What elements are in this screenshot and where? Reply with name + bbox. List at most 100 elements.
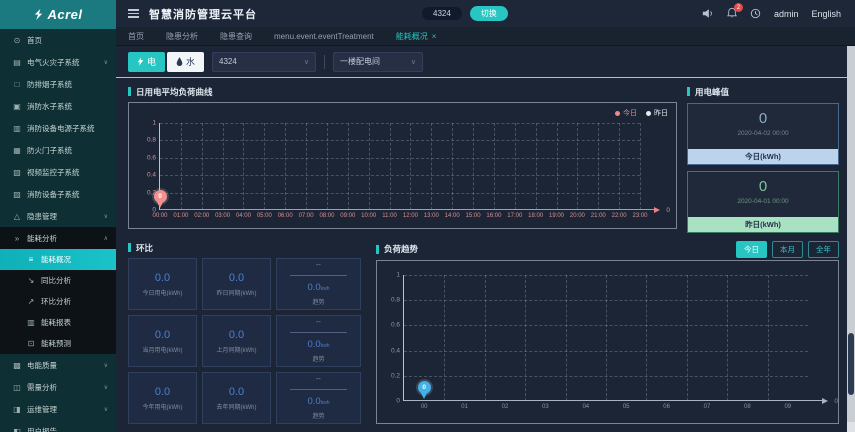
sidebar-item-label: 运维管理	[27, 404, 57, 414]
sidebar-collapse-icon[interactable]	[128, 9, 139, 18]
topbar: 智慧消防管理云平台 4324 切换 2 admin English	[116, 0, 855, 27]
sidebar-item-label: 环比分析	[41, 297, 71, 306]
notifications-bell[interactable]: 2	[727, 3, 743, 20]
sidebar-item-hazard[interactable]: △ 隐患管理 ∨	[0, 205, 116, 227]
gridline-v	[565, 275, 567, 401]
gridline-v	[598, 123, 600, 210]
sidebar-item-smoke-exhaust[interactable]: □ 防排烟子系统	[0, 73, 116, 95]
gridline-v	[452, 123, 454, 210]
trend-value: 0.0kwh	[307, 339, 330, 350]
tab-3[interactable]: menu.event.eventTreatment	[274, 32, 374, 41]
sidebar-item-label: 需量分析	[27, 382, 57, 392]
history-clock-icon[interactable]	[750, 8, 761, 19]
tab-close-icon[interactable]: ×	[432, 32, 437, 41]
trend-value: 0.0kwh	[307, 282, 330, 293]
station-select-value: 4324	[219, 57, 237, 66]
tab-4[interactable]: 能耗概况 ×	[396, 31, 437, 42]
peak-card-0: 0 2020-04-02 00:00 今日(kWh)	[687, 103, 839, 165]
x-tick: 03	[542, 404, 549, 410]
room-select[interactable]: 一楼配电间 ∨	[333, 51, 424, 72]
sidebar-item-energy-forecast[interactable]: ⊡ 能耗预测	[0, 333, 116, 354]
peak-card-1: 0 2020-04-01 00:00 昨日(kWh)	[687, 171, 839, 233]
x-tick: 02	[501, 404, 509, 410]
lightning-icon	[137, 57, 144, 66]
gridline-v	[326, 123, 328, 210]
sidebar-item-home[interactable]: ⊙ 首页	[0, 29, 116, 51]
sidebar-item-demand[interactable]: ◫ 需量分析 ∨	[0, 376, 116, 398]
tab-0[interactable]: 首页	[128, 31, 144, 42]
title-accent-bar	[128, 87, 131, 96]
sidebar-item-fire-device[interactable]: ▨ 消防设备子系统	[0, 183, 116, 205]
range-btn-0[interactable]: 今日	[736, 240, 767, 258]
sidebar-item-video-monitor[interactable]: ▧ 视频监控子系统	[0, 161, 116, 183]
gridline-h	[160, 123, 640, 124]
sidebar-item-energy-report[interactable]: ▥ 能耗报表	[0, 312, 116, 333]
huanbi-grid: 0.0 今日用电(kWh) 0.0 昨日同期(kWh) -- 0.0kwh 趋势 0.0 当月用…	[128, 258, 366, 424]
fire-door-icon: ▦	[13, 145, 21, 155]
toggle-water[interactable]: 水	[167, 51, 205, 72]
station-select[interactable]: 4324 ∨	[212, 51, 317, 72]
trend-range-buttons: 今日 本月 全年	[736, 240, 839, 258]
range-btn-1[interactable]: 本月	[772, 240, 803, 258]
sidebar-item-fire-water[interactable]: ▣ 消防水子系统	[0, 95, 116, 117]
logo-text: Acrel	[47, 7, 83, 22]
section-title-trend: 负荷趋势	[376, 244, 418, 255]
divider	[324, 54, 326, 69]
sidebar-item-ops[interactable]: ◨ 运维管理 ∨	[0, 398, 116, 420]
sidebar-item-mom[interactable]: ↗ 环比分析	[0, 291, 116, 312]
energy-overview-icon: ≡	[28, 255, 34, 264]
toggle-label: 电	[147, 57, 157, 67]
gridline-v	[444, 275, 446, 401]
range-btn-2[interactable]: 全年	[808, 240, 839, 258]
legend-item-1[interactable]: 昨日	[646, 108, 668, 118]
gridline-v	[222, 123, 224, 210]
x-tick: 04:00	[235, 213, 251, 219]
sidebar-item-label: 首页	[27, 35, 42, 45]
stat-label: 上月同期(kWh)	[216, 347, 257, 354]
stat-card-1-1: 0.0 上月同期(kWh)	[202, 315, 271, 367]
gridline-v	[431, 123, 433, 210]
scrollbar-down-button[interactable]	[847, 422, 855, 432]
scrollbar-thumb[interactable]	[848, 333, 854, 395]
stat-value: 0.0	[154, 385, 171, 398]
language-switch[interactable]: English	[811, 9, 841, 19]
acrel-logo[interactable]: Acrel	[0, 0, 116, 29]
gridline-h	[160, 157, 640, 159]
chevron-up-icon: ∧	[103, 235, 108, 242]
x-tick: 00:00	[152, 213, 168, 219]
sidebar-item-energy-overview[interactable]: ≡ 能耗概况	[0, 249, 116, 270]
chevron-down-icon: ∨	[303, 58, 310, 66]
sidebar-item-yoy[interactable]: ↘ 同比分析	[0, 270, 116, 291]
switch-station-button[interactable]: 切换	[469, 6, 508, 21]
sidebar-item-energy[interactable]: » 能耗分析 ∧	[0, 227, 116, 249]
x-tick: 15:00	[465, 213, 481, 219]
stat-value: 0.0	[154, 271, 171, 284]
sidebar-item-fire-door[interactable]: ▦ 防火门子系统	[0, 139, 116, 161]
trend-label: 趋势	[312, 357, 325, 363]
sidebar-item-electric-fire[interactable]: ▤ 电气火灾子系统 ∨	[0, 51, 116, 73]
gridline-v	[306, 123, 308, 210]
gridline-v	[686, 275, 688, 401]
legend-item-0[interactable]: 今日	[615, 108, 637, 118]
filter-bar: 电水 4324 ∨ 一楼配电间 ∨	[116, 46, 847, 78]
chevron-down-icon: ∨	[103, 362, 108, 369]
user-menu[interactable]: admin	[774, 9, 799, 19]
sidebar-item-power-quality[interactable]: ▩ 电能质量 ∨	[0, 354, 116, 376]
toggle-electric[interactable]: 电	[128, 51, 166, 72]
y-tick: 0.4	[390, 347, 400, 355]
gridline-v	[619, 123, 621, 210]
y-tick: 0.2	[390, 372, 400, 380]
peak-section: 用电峰值 0 2020-04-02 00:00 今日(kWh) 0 2020-04-01…	[687, 86, 839, 233]
y-tick: 0	[396, 397, 400, 405]
vertical-scrollbar[interactable]	[847, 46, 855, 432]
volume-icon[interactable]	[702, 8, 714, 19]
sidebar-item-user-report[interactable]: ◧ 用户报告	[0, 420, 116, 432]
tab-2[interactable]: 隐患查询	[220, 31, 252, 42]
axis-end-label: 0	[834, 398, 838, 405]
legend-dot	[646, 110, 651, 116]
stat-value: 0.0	[154, 328, 171, 341]
legend-label: 昨日	[654, 110, 668, 117]
axis-arrow	[822, 397, 828, 404]
tab-1[interactable]: 隐患分析	[166, 31, 198, 42]
sidebar-item-fire-power[interactable]: ▥ 消防设备电源子系统	[0, 117, 116, 139]
